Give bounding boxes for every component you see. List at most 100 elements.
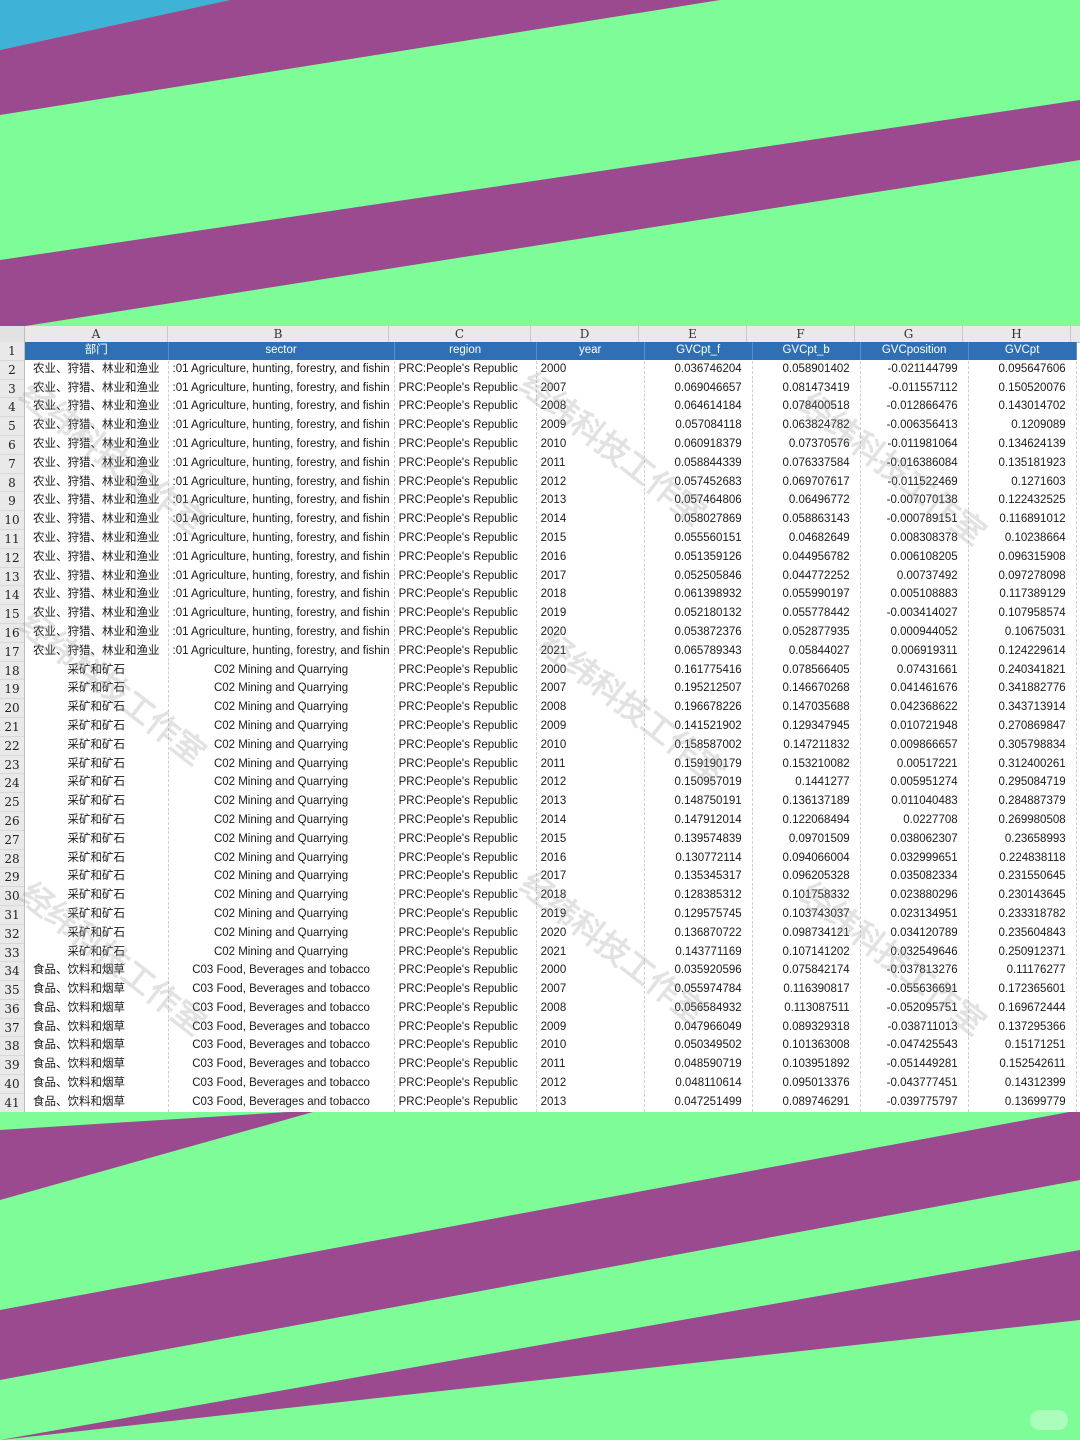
cell[interactable]: C02 Mining and Quarrying xyxy=(168,661,395,681)
cell[interactable]: 农业、狩猎、林业和渔业 xyxy=(25,491,169,512)
cell[interactable]: 0.056584932 xyxy=(644,999,753,1019)
cell[interactable]: 农业、狩猎、林业和渔业 xyxy=(25,548,169,568)
cell[interactable]: 采矿和矿石 xyxy=(25,717,169,737)
cell[interactable]: 0.078400518 xyxy=(752,397,861,418)
cell[interactable]: 0.00517221 xyxy=(860,755,969,775)
header-cell[interactable]: GVCpt xyxy=(968,342,1077,361)
cell[interactable]: 0.060918379 xyxy=(644,435,753,455)
cell[interactable]: 0.000944052 xyxy=(860,623,969,643)
cell[interactable]: 2011 xyxy=(536,755,645,775)
cell[interactable]: :01 Agriculture, hunting, forestry, and … xyxy=(168,604,395,624)
cell[interactable]: -0.047425543 xyxy=(860,1036,969,1057)
row-number[interactable]: 19 xyxy=(0,680,24,700)
cell[interactable]: 2010 xyxy=(536,435,645,455)
cell[interactable]: 2013 xyxy=(536,792,645,812)
row-number[interactable]: 6 xyxy=(0,436,24,455)
cell[interactable]: C02 Mining and Quarrying xyxy=(168,755,395,775)
cell[interactable]: PRC:People's Republic xyxy=(394,585,537,606)
cell[interactable]: PRC:People's Republic xyxy=(394,416,537,436)
cell[interactable]: 0.096315908 xyxy=(968,548,1077,568)
header-cell[interactable]: region xyxy=(394,342,537,361)
cell[interactable]: C02 Mining and Quarrying xyxy=(168,698,395,718)
cell[interactable]: 0.057084118 xyxy=(644,416,753,436)
cell[interactable]: 采矿和矿石 xyxy=(25,905,169,925)
cell[interactable]: 0.075842174 xyxy=(752,961,861,982)
cell[interactable]: 0.148750191 xyxy=(644,792,753,812)
cell[interactable]: PRC:People's Republic xyxy=(394,961,537,982)
cell[interactable]: C03 Food, Beverages and tobacco xyxy=(168,999,395,1019)
cell[interactable]: C03 Food, Beverages and tobacco xyxy=(168,1074,395,1094)
cell[interactable]: 0.101363008 xyxy=(752,1036,861,1057)
cell[interactable]: 0.07370576 xyxy=(752,435,861,455)
cell[interactable]: 2009 xyxy=(536,416,645,436)
cell[interactable]: 采矿和矿石 xyxy=(25,755,169,775)
cell[interactable]: 0.096205328 xyxy=(752,867,861,888)
cell[interactable]: PRC:People's Republic xyxy=(394,473,537,493)
cell[interactable]: 0.048590719 xyxy=(644,1055,753,1076)
cell[interactable]: PRC:People's Republic xyxy=(394,454,537,474)
cell[interactable]: 2017 xyxy=(536,867,645,888)
cell[interactable]: 0.058901402 xyxy=(752,360,861,380)
cell[interactable]: 农业、狩猎、林业和渔业 xyxy=(25,585,169,606)
cell[interactable]: PRC:People's Republic xyxy=(394,435,537,455)
cell[interactable]: 2020 xyxy=(536,924,645,944)
column-header-g[interactable]: G xyxy=(855,326,963,342)
cell[interactable]: 0.113087511 xyxy=(752,999,861,1019)
cell[interactable]: 0.05844027 xyxy=(752,642,861,662)
cell[interactable]: 0.04682649 xyxy=(752,529,861,549)
cell[interactable]: 0.153210082 xyxy=(752,755,861,775)
cell[interactable]: 0.061398932 xyxy=(644,585,753,606)
cell[interactable]: 农业、狩猎、林业和渔业 xyxy=(25,510,169,530)
cell[interactable]: 采矿和矿石 xyxy=(25,698,169,718)
cell[interactable]: 0.231550645 xyxy=(968,867,1077,888)
cell[interactable]: 0.103951892 xyxy=(752,1055,861,1076)
cell[interactable]: PRC:People's Republic xyxy=(394,886,537,906)
cell[interactable]: 0.052180132 xyxy=(644,604,753,624)
column-header-b[interactable]: B xyxy=(168,326,389,342)
row-number[interactable]: 35 xyxy=(0,981,24,1000)
cell[interactable]: PRC:People's Republic xyxy=(394,830,537,850)
cell[interactable]: 0.103743037 xyxy=(752,905,861,925)
cell[interactable]: 0.129575745 xyxy=(644,905,753,925)
cell[interactable]: 0.063824782 xyxy=(752,416,861,436)
cell[interactable]: PRC:People's Republic xyxy=(394,792,537,812)
cell[interactable]: 农业、狩猎、林业和渔业 xyxy=(25,604,169,624)
cell[interactable]: -0.043777451 xyxy=(860,1074,969,1094)
cell[interactable]: :01 Agriculture, hunting, forestry, and … xyxy=(168,642,395,662)
cell[interactable]: 采矿和矿石 xyxy=(25,661,169,681)
cell[interactable]: 0.14312399 xyxy=(968,1074,1077,1094)
cell[interactable]: 采矿和矿石 xyxy=(25,886,169,906)
cell[interactable]: 2019 xyxy=(536,905,645,925)
cell[interactable]: -0.003414027 xyxy=(860,604,969,624)
cell[interactable]: PRC:People's Republic xyxy=(394,1018,537,1038)
cell[interactable]: C03 Food, Beverages and tobacco xyxy=(168,1036,395,1057)
row-number[interactable]: 40 xyxy=(0,1075,24,1094)
cell[interactable]: 0.055990197 xyxy=(752,585,861,606)
row-number[interactable]: 10 xyxy=(0,511,24,530)
cell[interactable]: 0.023880296 xyxy=(860,886,969,906)
cell[interactable]: 0.006108205 xyxy=(860,548,969,568)
cell[interactable]: :01 Agriculture, hunting, forestry, and … xyxy=(168,360,395,380)
cell[interactable]: 0.143014702 xyxy=(968,397,1077,418)
cell[interactable]: -0.021144799 xyxy=(860,360,969,380)
cell[interactable]: PRC:People's Republic xyxy=(394,943,537,963)
cell[interactable]: 采矿和矿石 xyxy=(25,943,169,963)
row-number[interactable]: 24 xyxy=(0,774,24,794)
cell[interactable]: 食品、饮料和烟草 xyxy=(25,1036,169,1057)
cell[interactable]: 0.224838118 xyxy=(968,849,1077,869)
cell[interactable]: 采矿和矿石 xyxy=(25,924,169,944)
cell[interactable]: 0.147211832 xyxy=(752,736,861,756)
row-number[interactable]: 33 xyxy=(0,944,24,963)
cell[interactable]: 2011 xyxy=(536,454,645,474)
cell[interactable]: 0.116891012 xyxy=(968,510,1077,530)
cell[interactable]: 0.305798834 xyxy=(968,736,1077,756)
cell[interactable]: C03 Food, Beverages and tobacco xyxy=(168,1093,395,1112)
cell[interactable]: 2020 xyxy=(536,623,645,643)
cell[interactable]: 0.094066004 xyxy=(752,849,861,869)
cell[interactable]: C03 Food, Beverages and tobacco xyxy=(168,980,395,1000)
row-number[interactable]: 22 xyxy=(0,737,24,756)
cell[interactable]: PRC:People's Republic xyxy=(394,867,537,888)
cell[interactable]: -0.016386084 xyxy=(860,454,969,474)
cell[interactable]: 2011 xyxy=(536,1055,645,1076)
row-number[interactable]: 37 xyxy=(0,1019,24,1038)
